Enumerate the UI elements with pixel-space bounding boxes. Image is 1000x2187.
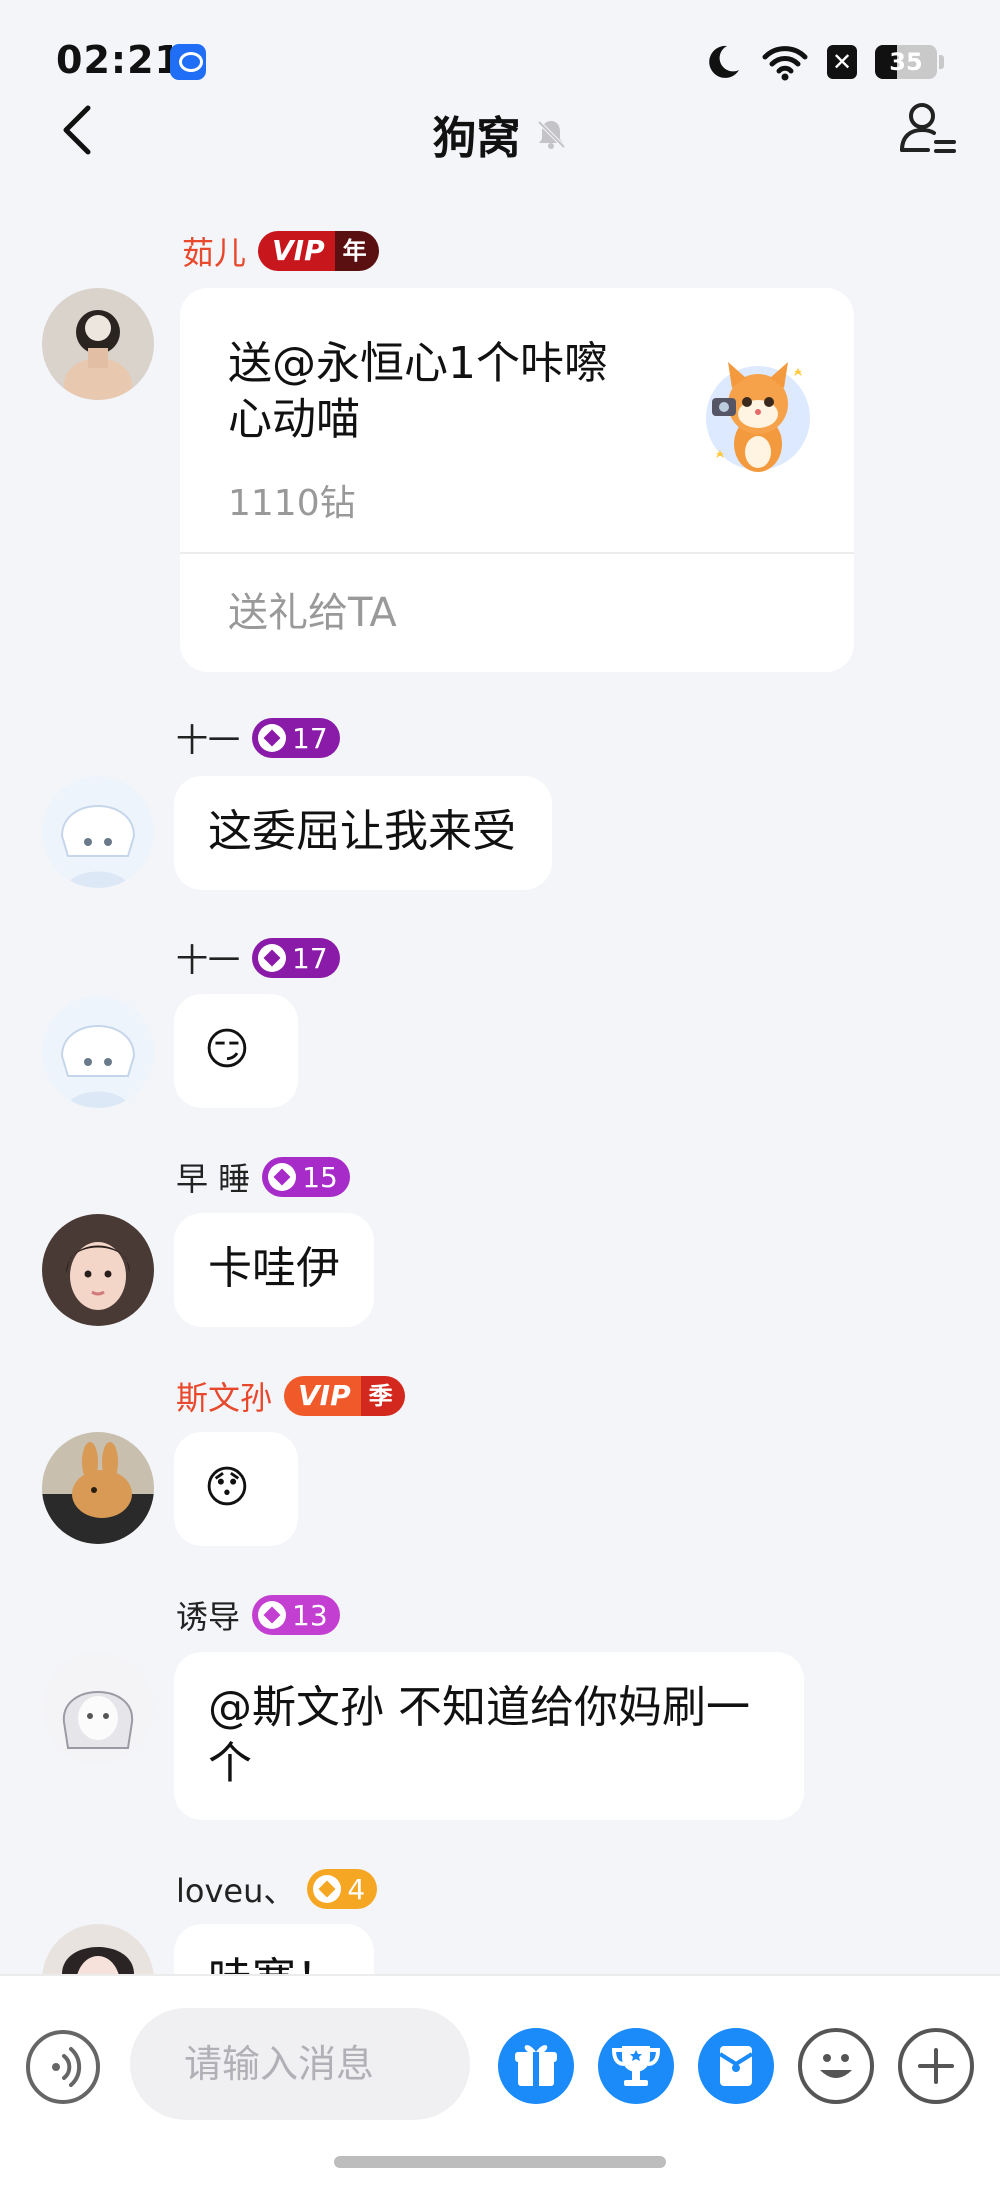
avatar[interactable]	[42, 776, 154, 888]
envelope-icon	[718, 2046, 754, 2086]
wifi-icon	[762, 46, 808, 81]
gift-icon	[515, 2045, 557, 2086]
emoji-smirk: 😏	[204, 1024, 250, 1075]
message-bubble[interactable]: 卡哇伊	[174, 1213, 374, 1327]
group-members-button[interactable]	[896, 96, 960, 160]
message-bubble[interactable]: @斯文孙 不知道给你妈刷一个	[174, 1652, 804, 1820]
smiley-icon	[820, 2054, 852, 2078]
message-input-bar	[0, 1974, 1000, 2187]
emoji-surprised: 😯	[204, 1462, 250, 1513]
home-indicator[interactable]	[334, 2156, 666, 2168]
avatar[interactable]	[42, 1214, 154, 1326]
voice-input-button[interactable]	[26, 2030, 100, 2104]
vip-badge: VIP 季	[284, 1376, 405, 1416]
avatar[interactable]	[42, 1652, 154, 1764]
close-box-icon: ✕	[827, 45, 857, 79]
battery-icon: 35	[875, 45, 937, 79]
page-title[interactable]: 狗窝	[432, 113, 520, 164]
sender-name[interactable]: 十一	[176, 715, 240, 761]
vip-badge: VIP 年	[258, 231, 379, 271]
app-notification-icon	[170, 44, 206, 80]
level-badge: 4	[307, 1869, 378, 1909]
sender-name[interactable]: 早 睡	[176, 1154, 250, 1200]
avatar[interactable]	[42, 996, 154, 1108]
message-bubble[interactable]: 这委屈让我来受	[174, 776, 552, 890]
diamond-icon	[258, 724, 287, 752]
voice-icon	[52, 2047, 82, 2087]
send-gift-button[interactable]: 送礼给TA	[228, 580, 397, 638]
sender-name[interactable]: 十一	[176, 935, 240, 981]
orange-cat-gift-icon	[706, 362, 810, 472]
message-input[interactable]	[130, 2008, 470, 2120]
message-bubble[interactable]: 😏	[174, 994, 298, 1108]
gift-price: 1110钻	[228, 483, 356, 524]
level-badge: 17	[252, 938, 340, 978]
gift-title: 送@永恒心1个咔嚓心动喵	[228, 338, 608, 445]
avatar[interactable]	[42, 1432, 154, 1544]
status-time: 02:21	[56, 38, 182, 82]
divider	[180, 552, 854, 554]
message-text: 卡哇伊	[208, 1243, 340, 1294]
diamond-icon	[258, 1601, 287, 1629]
red-packet-button[interactable]	[698, 2028, 774, 2104]
message-text: 这委屈让我来受	[208, 806, 516, 857]
level-badge: 17	[252, 718, 340, 758]
gift-card[interactable]: 送@永恒心1个咔嚓心动喵 1110钻 送礼给TA	[180, 288, 854, 672]
status-bar: 02:21 ✕ 35	[0, 0, 1000, 100]
diamond-icon	[268, 1163, 297, 1191]
do-not-disturb-moon-icon	[709, 45, 739, 78]
sender-name[interactable]: 诱导	[176, 1592, 240, 1638]
sender-name[interactable]: loveu、	[176, 1866, 295, 1912]
muted-bell-icon	[537, 120, 565, 149]
level-badge: 15	[262, 1157, 350, 1197]
diamond-icon	[258, 944, 287, 972]
battery-percent: 35	[889, 48, 923, 76]
message-bubble[interactable]: 😯	[174, 1432, 298, 1546]
diamond-icon	[313, 1875, 342, 1903]
gift-button[interactable]	[498, 2028, 574, 2104]
message-text: @斯文孙 不知道给你妈刷一个	[208, 1682, 750, 1789]
trophy-icon	[611, 2046, 661, 2086]
level-badge: 13	[252, 1595, 340, 1635]
trophy-button[interactable]	[598, 2028, 674, 2104]
avatar[interactable]	[42, 288, 154, 400]
chat-header: 狗窝	[0, 90, 1000, 170]
more-button[interactable]	[898, 2028, 974, 2104]
emoji-button[interactable]	[798, 2028, 874, 2104]
plus-icon	[918, 2048, 954, 2084]
sender-name[interactable]: 斯文孙	[176, 1373, 272, 1419]
sender-name[interactable]: 茹儿	[182, 228, 246, 274]
